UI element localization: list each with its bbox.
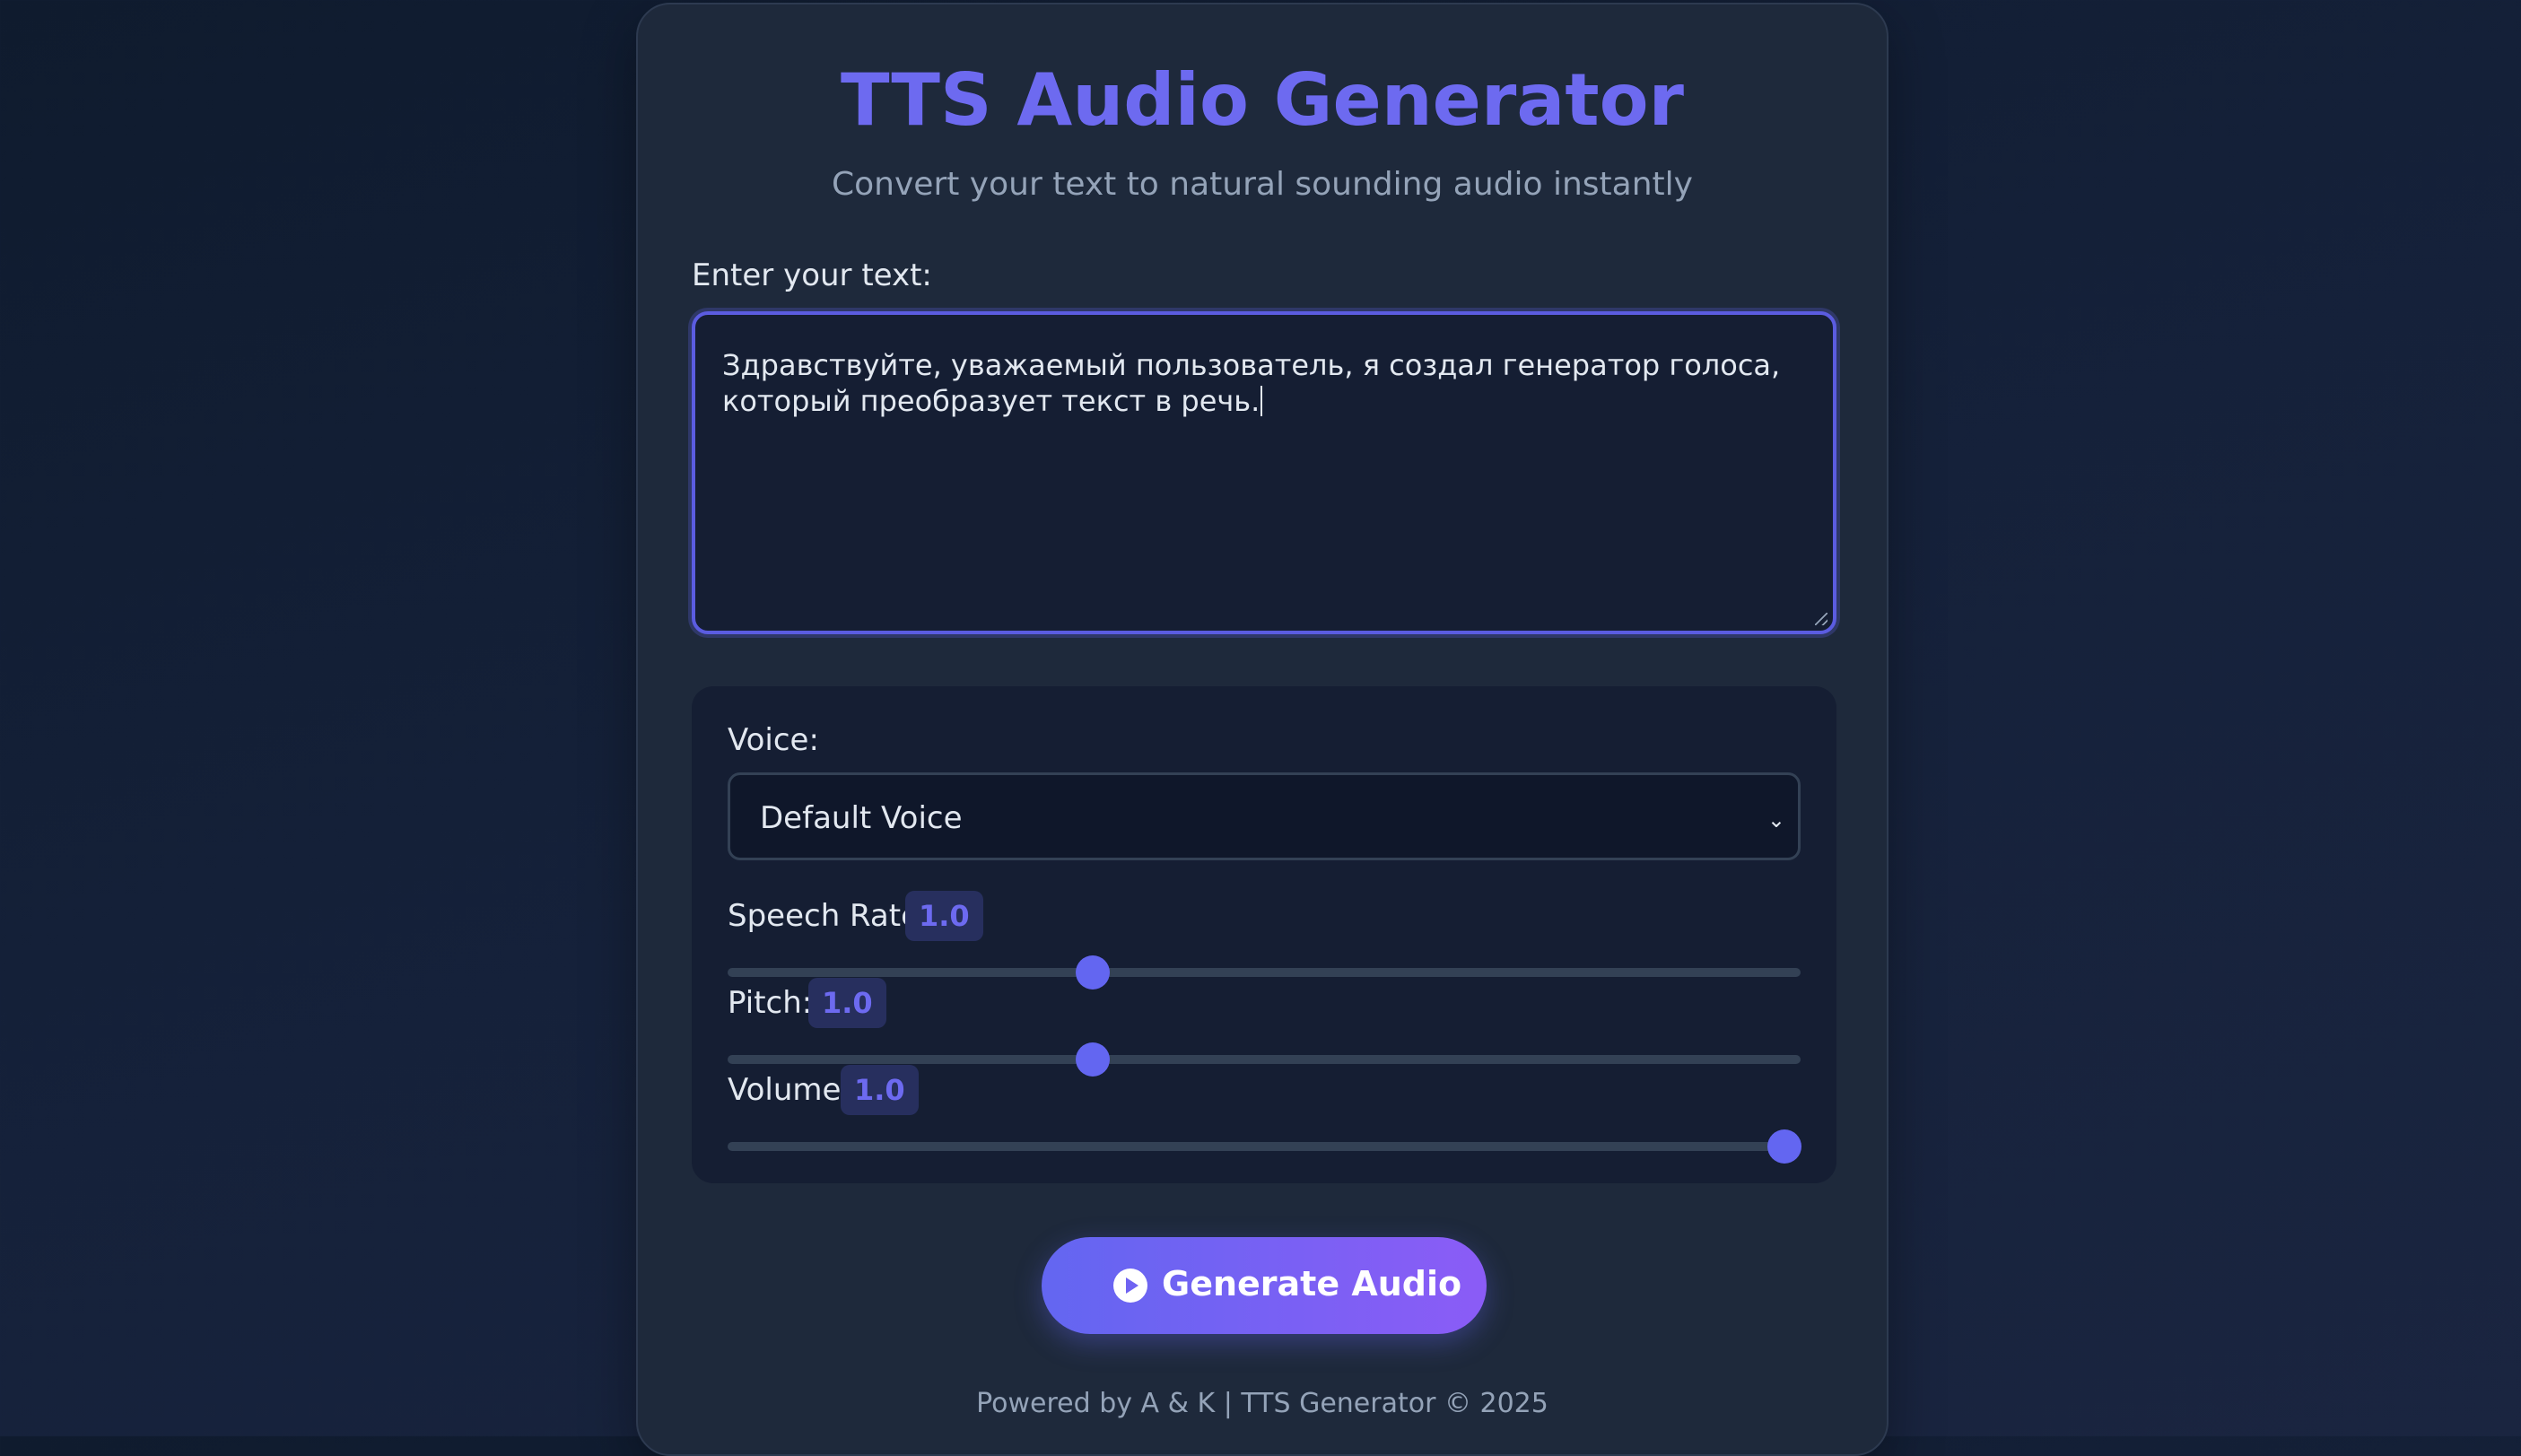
text-input-label: Enter your text: xyxy=(692,257,932,293)
pitch-value-badge: 1.0 xyxy=(808,978,886,1028)
page-title: TTS Audio Generator xyxy=(840,58,1685,142)
pitch-slider-thumb[interactable] xyxy=(1075,1042,1110,1077)
voice-select-value: Default Voice xyxy=(760,800,963,836)
text-input[interactable]: Здравствуйте, уважаемый пользователь, я … xyxy=(692,311,1836,634)
pitch-slider-track[interactable] xyxy=(728,1042,1801,1077)
speech-rate-slider-thumb[interactable] xyxy=(1075,955,1110,990)
main-card: TTS Audio Generator Convert your text to… xyxy=(636,3,1889,1456)
resize-handle-icon[interactable] xyxy=(1815,613,1828,625)
text-input-value: Здравствуйте, уважаемый пользователь, я … xyxy=(722,348,1790,418)
speech-rate-label: Speech Rate: xyxy=(728,898,930,934)
volume-slider-track[interactable] xyxy=(728,1129,1802,1164)
speech-rate-value-badge: 1.0 xyxy=(905,891,983,941)
voice-select[interactable]: Default Voice ⌄ xyxy=(728,772,1801,860)
volume-value-badge: 1.0 xyxy=(841,1065,919,1115)
generate-audio-button[interactable]: Generate Audio xyxy=(1042,1237,1487,1334)
speech-rate-slider-track[interactable] xyxy=(728,955,1801,990)
settings-panel: Voice: Default Voice ⌄ Speech Rate: 1.0 … xyxy=(692,686,1836,1183)
generate-audio-label: Generate Audio xyxy=(1162,1264,1462,1303)
footer-text: Powered by A & K | TTS Generator © 2025 xyxy=(976,1388,1548,1419)
volume-label: Volume: xyxy=(728,1072,851,1108)
text-caret xyxy=(1260,386,1263,416)
pitch-label: Pitch: xyxy=(728,985,813,1021)
page-subtitle: Convert your text to natural sounding au… xyxy=(832,166,1693,203)
voice-label: Voice: xyxy=(728,722,819,758)
play-circle-icon xyxy=(1113,1269,1147,1303)
chevron-down-icon: ⌄ xyxy=(1766,807,1785,833)
volume-slider-thumb[interactable] xyxy=(1767,1129,1802,1164)
